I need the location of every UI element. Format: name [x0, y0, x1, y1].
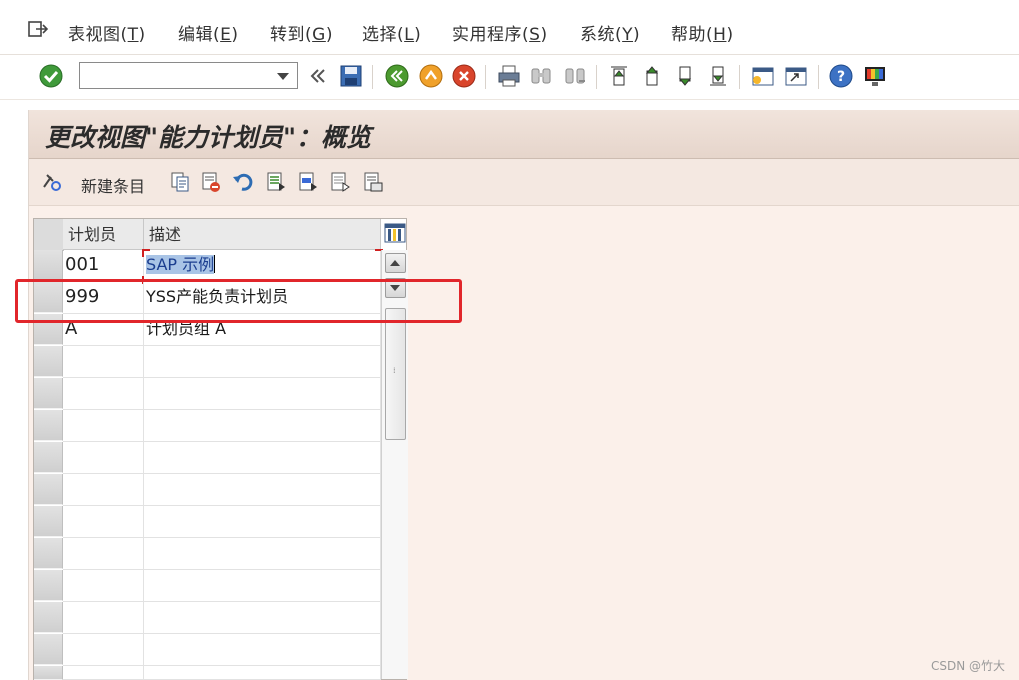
- row-selector[interactable]: [34, 250, 63, 281]
- empty-cell: [144, 602, 381, 634]
- print-icon[interactable]: [496, 63, 522, 89]
- back-icon[interactable]: [384, 63, 410, 89]
- empty-cell: [144, 410, 381, 442]
- command-field[interactable]: [79, 62, 298, 89]
- scroll-thumb[interactable]: ⁞: [385, 308, 406, 440]
- selected-description-text: SAP 示例: [146, 255, 215, 274]
- print-field-list-icon[interactable]: [362, 171, 384, 193]
- column-header-planner[interactable]: 计划员: [63, 219, 144, 250]
- exit-icon[interactable]: [418, 63, 444, 89]
- cancel-icon[interactable]: [451, 63, 477, 89]
- empty-cell: [63, 602, 144, 634]
- empty-cell: [63, 410, 144, 442]
- row-selector[interactable]: [34, 442, 63, 473]
- menu-system[interactable]: 系统(Y): [580, 20, 640, 45]
- watermark: CSDN @竹大: [930, 659, 1005, 673]
- arrow-up-icon: [390, 260, 400, 266]
- row-selector[interactable]: [34, 602, 63, 633]
- empty-cell: [63, 442, 144, 474]
- menu-help[interactable]: 帮助(H): [671, 20, 734, 45]
- previous-page-icon[interactable]: [639, 63, 665, 89]
- page-title: 更改视图"能力计划员"：概览: [45, 123, 372, 152]
- planner-key-cell: 001: [63, 250, 144, 282]
- save-icon[interactable]: [338, 63, 364, 89]
- empty-cell: [144, 666, 381, 680]
- display-change-icon[interactable]: [41, 171, 63, 193]
- deselect-all-icon[interactable]: [329, 171, 351, 193]
- empty-cell: [144, 570, 381, 602]
- row-selector[interactable]: [34, 378, 63, 409]
- empty-cell: [63, 378, 144, 410]
- application-toolbar: 新建条目: [29, 159, 1019, 206]
- empty-cell: [63, 346, 144, 378]
- select-all-icon[interactable]: [265, 171, 287, 193]
- scroll-up-button[interactable]: [385, 253, 406, 273]
- select-block-icon[interactable]: [297, 171, 319, 193]
- empty-cell: [144, 634, 381, 666]
- menu-exit-icon[interactable]: [27, 20, 49, 40]
- row-selector[interactable]: [34, 570, 63, 601]
- empty-cell: [63, 538, 144, 570]
- last-page-icon[interactable]: [705, 63, 731, 89]
- title-bar: 更改视图"能力计划员"：概览: [29, 110, 1019, 159]
- next-page-icon[interactable]: [672, 63, 698, 89]
- column-header-description[interactable]: 描述: [144, 219, 381, 250]
- chevron-down-icon[interactable]: [277, 73, 289, 80]
- table-settings-icon[interactable]: [384, 222, 406, 244]
- empty-cell: [144, 506, 381, 538]
- undo-change-icon[interactable]: [232, 171, 254, 193]
- menu-table-view[interactable]: 表视图(T): [68, 20, 146, 45]
- row-selector[interactable]: [34, 634, 63, 665]
- row-selector[interactable]: [34, 346, 63, 377]
- row-selector[interactable]: [34, 538, 63, 569]
- row-selector[interactable]: [34, 474, 63, 505]
- row-selector[interactable]: [34, 506, 63, 537]
- svg-text:?: ?: [837, 69, 845, 85]
- new-session-icon[interactable]: [750, 63, 776, 89]
- menu-selection[interactable]: 选择(L): [362, 20, 421, 45]
- row-selector[interactable]: [34, 666, 63, 680]
- menu-edit[interactable]: 编辑(E): [178, 20, 239, 45]
- application-area: 更改视图"能力计划员"：概览 新建条目 计划员 描述 001 SAP 示例 99…: [28, 110, 1019, 680]
- empty-cell: [63, 666, 144, 680]
- text-caret: [214, 255, 216, 273]
- empty-cell: [63, 570, 144, 602]
- copy-as-icon[interactable]: [169, 171, 191, 193]
- customize-layout-icon[interactable]: [862, 63, 888, 89]
- find-icon[interactable]: [528, 63, 554, 89]
- empty-cell: [144, 538, 381, 570]
- find-next-icon[interactable]: [562, 63, 588, 89]
- help-icon[interactable]: ?: [828, 63, 854, 89]
- empty-cell: [144, 378, 381, 410]
- empty-cell: [144, 442, 381, 474]
- new-entries-button[interactable]: 新建条目: [81, 173, 145, 197]
- create-shortcut-icon[interactable]: [783, 63, 809, 89]
- description-input[interactable]: SAP 示例: [144, 250, 381, 282]
- first-page-icon[interactable]: [606, 63, 632, 89]
- empty-cell: [144, 474, 381, 506]
- empty-cell: [144, 346, 381, 378]
- select-all-rows-button[interactable]: [34, 219, 64, 251]
- empty-cell: [63, 506, 144, 538]
- empty-cell: [63, 634, 144, 666]
- empty-cell: [63, 474, 144, 506]
- focus-marker: [142, 249, 150, 257]
- delete-icon[interactable]: [200, 171, 222, 193]
- grip-icon: ⁞: [393, 366, 396, 375]
- double-left-chevron-icon[interactable]: [308, 63, 328, 89]
- menu-utilities[interactable]: 实用程序(S): [452, 20, 548, 45]
- menu-goto[interactable]: 转到(G): [270, 20, 333, 45]
- row-selector[interactable]: [34, 410, 63, 441]
- highlight-box: [15, 279, 462, 323]
- enter-check-icon[interactable]: [38, 63, 64, 89]
- menu-bar: 表视图(T) 编辑(E) 转到(G) 选择(L) 实用程序(S) 系统(Y) 帮…: [0, 0, 1019, 55]
